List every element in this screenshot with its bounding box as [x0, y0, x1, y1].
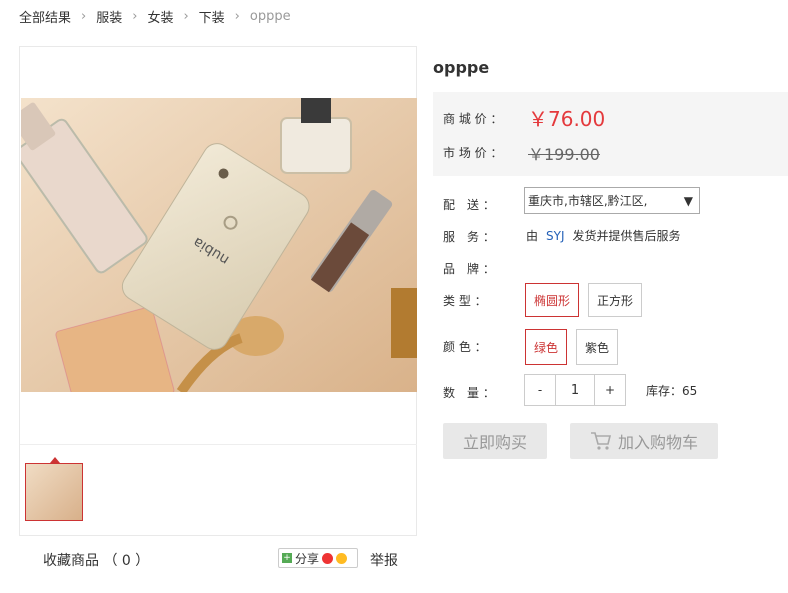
delivery-value: 重庆市,市辖区,黔江区, — [528, 194, 648, 208]
chevron-right-icon: › — [234, 8, 240, 24]
breadcrumb-clothing[interactable]: 服装 — [96, 7, 122, 26]
breadcrumb-women[interactable]: 女装 — [147, 7, 173, 26]
service-label: 服 务 ： — [443, 230, 495, 244]
breadcrumb-all[interactable]: 全部结果 — [19, 7, 71, 26]
quantity-label: 数 量 ： — [443, 386, 495, 400]
product-main-image[interactable]: nubia — [21, 98, 417, 392]
chevron-down-icon: ▼ — [683, 193, 693, 208]
price-panel — [433, 92, 788, 176]
thumbnail-image[interactable] — [25, 463, 83, 521]
service-text: 由 SYJ 发货并提供售后服务 — [526, 227, 681, 244]
type-option-square[interactable]: 正方形 — [588, 283, 642, 317]
breadcrumb-bottoms[interactable]: 下装 — [199, 7, 225, 26]
delivery-select[interactable]: 重庆市,市辖区,黔江区, ▼ — [524, 187, 700, 214]
service-prefix: 由 — [526, 229, 539, 243]
qzone-icon[interactable] — [336, 552, 348, 564]
brand-label: 品 牌 ： — [443, 262, 495, 276]
mall-price-label: 商 城 价 ： — [443, 112, 503, 126]
cart-icon — [590, 432, 612, 450]
color-option-purple[interactable]: 紫色 — [576, 329, 618, 365]
seller-link[interactable]: SYJ — [546, 229, 565, 243]
delivery-label: 配 送 ： — [443, 198, 495, 212]
quantity-input[interactable]: 1 — [555, 375, 595, 405]
chevron-right-icon: › — [183, 8, 189, 24]
stock-count: 库存：65 — [646, 384, 698, 398]
share-button[interactable]: + 分享 — [278, 548, 358, 568]
add-to-cart-button[interactable]: 加入购物车 — [570, 423, 718, 459]
gallery-divider — [20, 444, 417, 445]
add-to-cart-label: 加入购物车 — [617, 433, 698, 452]
service-suffix: 发货并提供售后服务 — [572, 229, 681, 243]
market-price-label: 市 场 价 ： — [443, 146, 503, 160]
report-link[interactable]: 举报 — [370, 550, 398, 570]
market-price: ￥199.00 — [528, 145, 600, 164]
quantity-plus-button[interactable]: + — [595, 375, 625, 405]
share-label: 分享 — [295, 551, 320, 566]
color-option-green[interactable]: 绿色 — [525, 329, 567, 365]
mall-price: ￥76.00 — [528, 107, 606, 131]
plus-icon: + — [282, 553, 292, 563]
color-label: 颜 色 ： — [443, 340, 487, 354]
weibo-icon[interactable] — [322, 552, 334, 564]
quantity-minus-button[interactable]: - — [525, 375, 555, 405]
breadcrumb-current: opppe — [249, 8, 291, 24]
product-photo: nubia — [21, 98, 417, 392]
type-option-oval[interactable]: 椭圆形 — [525, 283, 579, 317]
quantity-stepper: - 1 + — [524, 374, 626, 406]
buy-now-button[interactable]: 立即购买 — [443, 423, 547, 459]
chevron-right-icon: › — [81, 8, 87, 24]
product-title: opppe — [433, 58, 490, 77]
chevron-right-icon: › — [132, 8, 138, 24]
type-label: 类 型 ： — [443, 294, 487, 308]
breadcrumb: 全部结果 › 服装 › 女装 › 下装 › opppe — [19, 6, 291, 26]
favorite-link[interactable]: 收藏商品 （ 0 ） — [43, 550, 149, 570]
